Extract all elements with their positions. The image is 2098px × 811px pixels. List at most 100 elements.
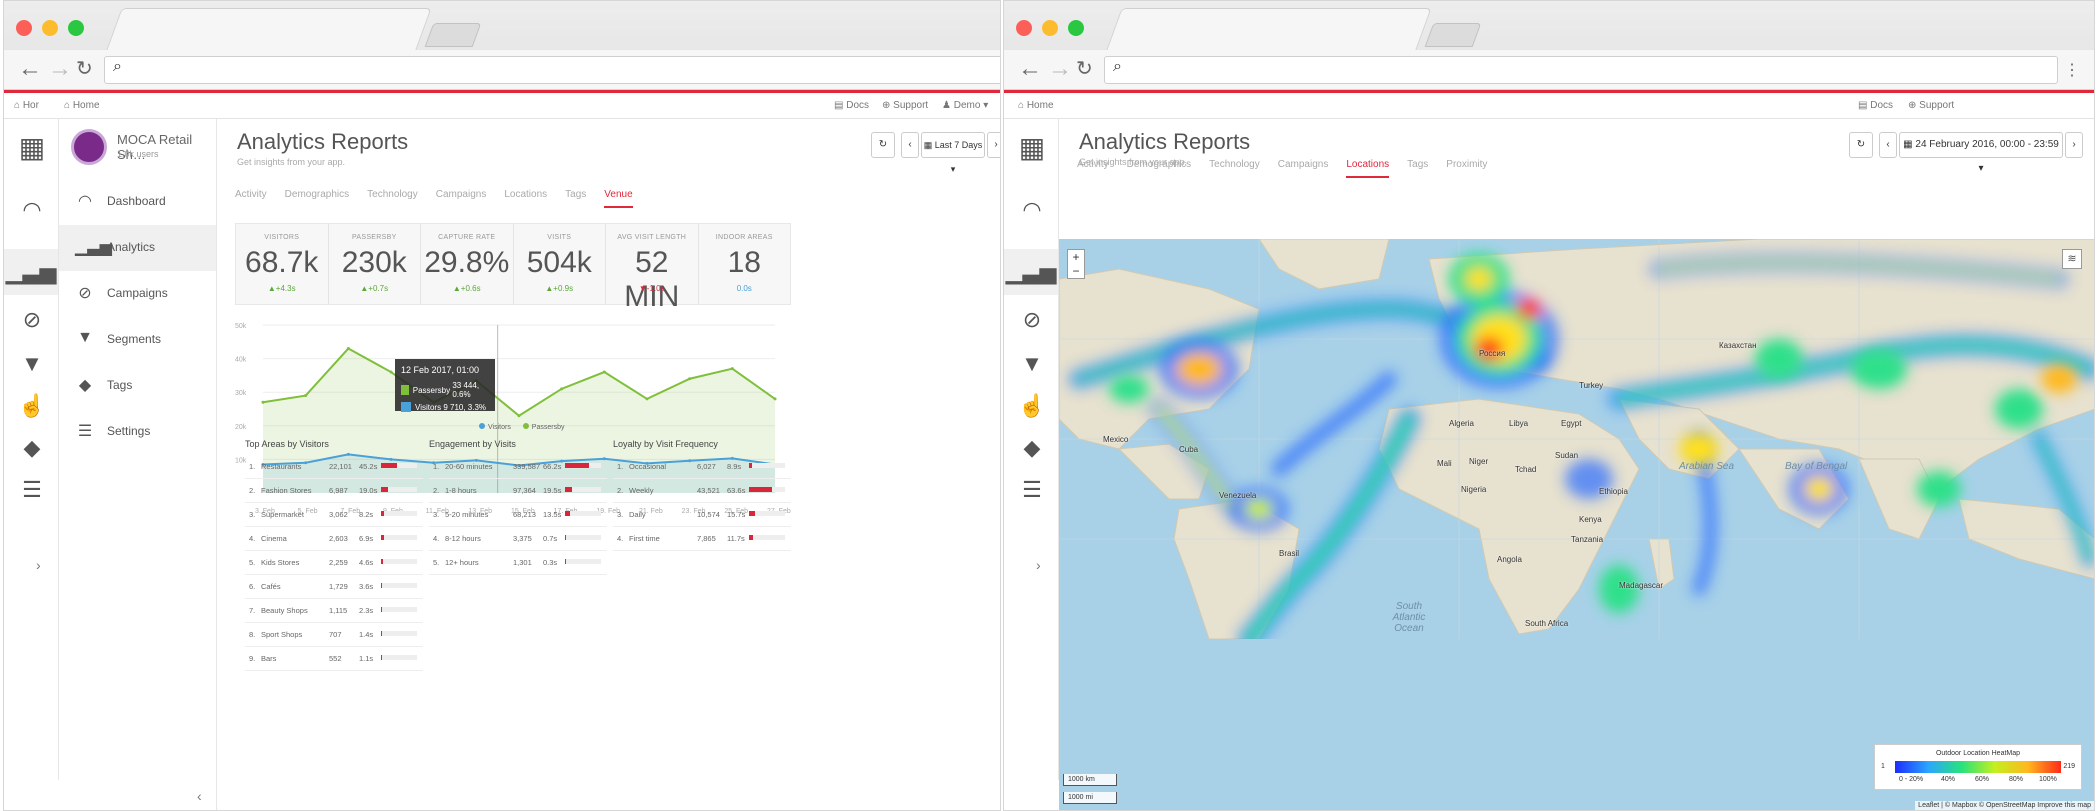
tag-icon[interactable]: ◆ <box>17 433 47 463</box>
table-row[interactable]: 7. Beauty Shops 1,115 2.3s <box>245 599 423 623</box>
menu-item-analytics[interactable]: ▁▃▅ Analytics <box>59 225 216 271</box>
funnel-icon[interactable]: ▼ <box>17 349 47 379</box>
tab-campaigns[interactable]: Campaigns <box>1278 153 1329 176</box>
maximize-dot[interactable] <box>1068 20 1084 36</box>
layers-icon[interactable]: ≋ <box>2062 249 2082 269</box>
expand-sidebar-icon[interactable]: › <box>36 557 41 573</box>
date-range-picker[interactable]: ▦ 24 February 2016, 00:00 - 23:59 ▾ <box>1899 132 2063 174</box>
table-row[interactable]: 5. 12+ hours 1,301 0.3s <box>429 551 607 575</box>
gauge-icon[interactable]: ◠ <box>1017 195 1047 225</box>
compass-icon[interactable]: ⊘ <box>17 305 47 335</box>
menu-item-tags[interactable]: ◆ Tags <box>59 363 216 409</box>
maximize-dot[interactable] <box>68 20 84 36</box>
table-row[interactable]: 3. 5-20 minutes 68,213 13.5s <box>429 503 607 527</box>
back-arrow-icon[interactable]: ← <box>1018 56 1042 82</box>
zoom-in-button[interactable]: + <box>1068 250 1084 264</box>
legend-passersby[interactable]: Passersby <box>513 423 564 431</box>
kpi-indoor-areas[interactable]: INDOOR AREAS 18 0.0s <box>699 224 791 304</box>
home-link-short[interactable]: ⌂ Hor <box>14 100 39 111</box>
zoom-out-button[interactable]: − <box>1068 264 1084 278</box>
minimize-dot[interactable] <box>42 20 58 36</box>
refresh-button[interactable]: ↻ <box>1849 132 1873 158</box>
legend-visitors[interactable]: Visitors <box>469 423 511 431</box>
address-bar[interactable]: ⌕ <box>1104 56 2058 84</box>
collapse-submenu-icon[interactable]: ‹ <box>197 788 202 804</box>
tab-activity[interactable]: Activity <box>235 183 267 206</box>
prev-range-button[interactable]: ‹ <box>1879 132 1897 158</box>
tab-locations[interactable]: Locations <box>1346 153 1390 178</box>
table-row[interactable]: 1. Occasional 6,027 8.9s <box>613 455 791 479</box>
kpi-visitors[interactable]: VISITORS 68.7k ▲+4.3s <box>236 224 329 304</box>
new-tab-button[interactable] <box>424 23 482 47</box>
bar-chart-icon[interactable]: ▁▃▅ <box>4 249 58 295</box>
table-row[interactable]: 6. Cafés 1,729 3.6s <box>245 575 423 599</box>
close-dot[interactable] <box>1016 20 1032 36</box>
table-row[interactable]: 1. Restaurants 22,101 45.2s <box>245 455 423 479</box>
table-row[interactable]: 2. Weekly 43,521 63.6s <box>613 479 791 503</box>
table-row[interactable]: 3. Daily 10,574 15.7s <box>613 503 791 527</box>
tab-demographics[interactable]: Demographics <box>1127 153 1191 176</box>
tab-activity[interactable]: Activity <box>1077 153 1109 176</box>
kpi-capture-rate[interactable]: CAPTURE RATE 29.8% ▲+0.6s <box>421 224 514 304</box>
table-row[interactable]: 2. Fashion Stores 6,987 19.0s <box>245 479 423 503</box>
date-range-picker[interactable]: ▦ Last 7 Days ▾ <box>921 132 985 174</box>
prev-range-button[interactable]: ‹ <box>901 132 919 158</box>
tab-technology[interactable]: Technology <box>1209 153 1260 176</box>
reload-icon[interactable]: ↻ <box>1076 56 1093 82</box>
tab-campaigns[interactable]: Campaigns <box>436 183 487 206</box>
building-icon[interactable]: ▦ <box>1017 133 1047 163</box>
refresh-button[interactable]: ↻ <box>871 132 895 158</box>
support-link[interactable]: ⊕ Support <box>882 100 928 111</box>
table-row[interactable]: 4. 8-12 hours 3,375 0.7s <box>429 527 607 551</box>
browser-tab[interactable] <box>106 8 432 50</box>
docs-link[interactable]: ▤ Docs <box>1858 100 1893 111</box>
funnel-icon[interactable]: ▼ <box>1017 349 1047 379</box>
sliders-icon[interactable]: ☰ <box>1017 475 1047 505</box>
building-icon[interactable]: ▦ <box>17 133 47 163</box>
menu-item-campaigns[interactable]: ⊘ Campaigns <box>59 271 216 317</box>
tab-locations[interactable]: Locations <box>504 183 547 206</box>
table-row[interactable]: 9. Bars 552 1.1s <box>245 647 423 671</box>
kpi-avg-visit-length[interactable]: AVG VISIT LENGTH 52 MIN ▼-1.0s <box>606 224 699 313</box>
table-row[interactable]: 5. Kids Stores 2,259 4.6s <box>245 551 423 575</box>
menu-item-dashboard[interactable]: ◠ Dashboard <box>59 179 216 225</box>
browser-tab[interactable] <box>1106 8 1432 50</box>
heatmap[interactable]: Россия Казахстан Mali Niger Tchad Nigeri… <box>1059 239 2094 810</box>
menu-item-segments[interactable]: ▼ Segments <box>59 317 216 363</box>
table-row[interactable]: 3. Supermarket 3,062 8.2s <box>245 503 423 527</box>
home-link[interactable]: ⌂ Home <box>64 100 100 111</box>
table-row[interactable]: 8. Sport Shops 707 1.4s <box>245 623 423 647</box>
new-tab-button[interactable] <box>1424 23 1482 47</box>
table-row[interactable]: 4. Cinema 2,603 6.9s <box>245 527 423 551</box>
back-arrow-icon[interactable]: ← <box>18 56 42 82</box>
close-dot[interactable] <box>16 20 32 36</box>
address-bar[interactable]: ⌕ <box>104 56 1000 84</box>
browser-menu-icon[interactable]: ⋮ <box>2064 58 2080 84</box>
table-row[interactable]: 1. 20-60 minutes 339,587 66.2s <box>429 455 607 479</box>
menu-item-settings[interactable]: ☰ Settings <box>59 409 216 455</box>
user-menu[interactable]: ♟ Demo ▾ <box>942 100 988 111</box>
map-attribution[interactable]: Leaflet | © Mapbox © OpenStreetMap Impro… <box>1915 801 2094 810</box>
docs-link[interactable]: ▤ Docs <box>834 100 869 111</box>
tag-icon[interactable]: ◆ <box>1017 433 1047 463</box>
tab-venue[interactable]: Venue <box>604 183 633 208</box>
next-range-button[interactable]: › <box>987 132 1000 158</box>
forward-arrow-icon[interactable]: → <box>48 56 72 82</box>
tab-proximity[interactable]: Proximity <box>1446 153 1487 176</box>
table-row[interactable]: 4. First time 7,865 11.7s <box>613 527 791 551</box>
support-link[interactable]: ⊕ Support <box>1908 100 1954 111</box>
table-row[interactable]: 2. 1-8 hours 97,364 19.5s <box>429 479 607 503</box>
tab-demographics[interactable]: Demographics <box>285 183 349 206</box>
thumbs-up-icon[interactable]: ☝ <box>17 391 47 421</box>
minimize-dot[interactable] <box>1042 20 1058 36</box>
expand-sidebar-icon[interactable]: › <box>1036 557 1041 573</box>
gauge-icon[interactable]: ◠ <box>17 195 47 225</box>
kpi-passersby[interactable]: PASSERSBY 230k ▲+0.7s <box>329 224 421 304</box>
kpi-visits[interactable]: VISITS 504k ▲+0.9s <box>514 224 606 304</box>
bar-chart-icon[interactable]: ▁▃▅ <box>1004 249 1058 295</box>
next-range-button[interactable]: › <box>2065 132 2083 158</box>
tab-tags[interactable]: Tags <box>1407 153 1428 176</box>
thumbs-up-icon[interactable]: ☝ <box>1017 391 1047 421</box>
tab-tags[interactable]: Tags <box>565 183 586 206</box>
compass-icon[interactable]: ⊘ <box>1017 305 1047 335</box>
